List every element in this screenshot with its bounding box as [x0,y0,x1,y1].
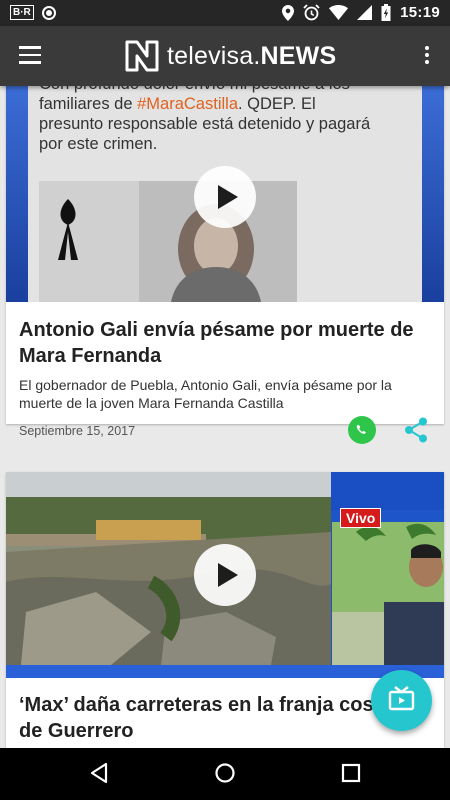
play-icon[interactable] [194,166,256,228]
logo-wordmark: televisa.NEWS [167,42,336,71]
live-label: Vivo [346,510,376,526]
alarm-icon [303,4,320,21]
system-nav-bar [0,748,450,800]
article-title[interactable]: ‘Max’ daña carreteras en la franja coste… [19,692,419,744]
article-title[interactable]: Antonio Gali envía pésame por muerte de … [19,317,419,369]
play-icon[interactable] [194,544,256,606]
battery-charging-icon [381,4,391,21]
live-badge: Vivo [340,508,382,528]
menu-icon[interactable] [19,46,41,64]
more-vert-icon[interactable] [424,46,430,66]
article-summary: El gobernador de Puebla, Antonio Gali, e… [19,377,392,411]
status-bar: B·R 15:19 [0,0,450,26]
live-tv-fab[interactable] [371,670,432,731]
clock: 15:19 [400,4,440,21]
record-icon [41,5,56,20]
signal-icon [357,5,373,20]
caption-line: familiares de #MaraCastilla. QDEP. El [39,94,419,114]
share-icon[interactable] [404,417,428,448]
caption-hashtag: #MaraCastilla [137,95,238,113]
app-bar: televisa.NEWS [0,26,450,86]
caption-line: por este crimen. [39,135,158,153]
caption-prefix: familiares de [39,95,138,113]
caption-line: Con profundo dolor envío mi pésame a los [39,86,419,94]
home-icon[interactable] [214,762,236,784]
article-date: Septiembre 15, 2017 [19,424,136,438]
news-feed[interactable]: Con profundo dolor envío mi pésame a los… [0,86,450,748]
wifi-icon [329,5,349,20]
caption-line: presunto responsable está detenido y pag… [39,115,371,133]
article-thumbnail[interactable]: Vivo [6,472,444,678]
tv-icon [388,686,415,711]
logo-text-bold: NEWS [260,41,337,70]
notification-badge-icon: B·R [10,5,34,20]
back-icon[interactable] [88,762,110,784]
article-card[interactable]: Con profundo dolor envío mi pésame a los… [6,86,444,444]
caption-suffix: . QDEP. El [238,95,316,113]
location-icon [282,4,295,21]
televisa-logo-icon [125,40,159,72]
thumbnail-caption: Con profundo dolor envío mi pésame a los… [39,86,419,154]
article-thumbnail[interactable]: Con profundo dolor envío mi pésame a los… [6,86,444,302]
whatsapp-icon[interactable] [348,416,376,444]
recents-icon[interactable] [341,762,361,784]
logo-text-light: televisa. [167,41,261,70]
televisa-news-logo: televisa.NEWS [125,40,336,72]
